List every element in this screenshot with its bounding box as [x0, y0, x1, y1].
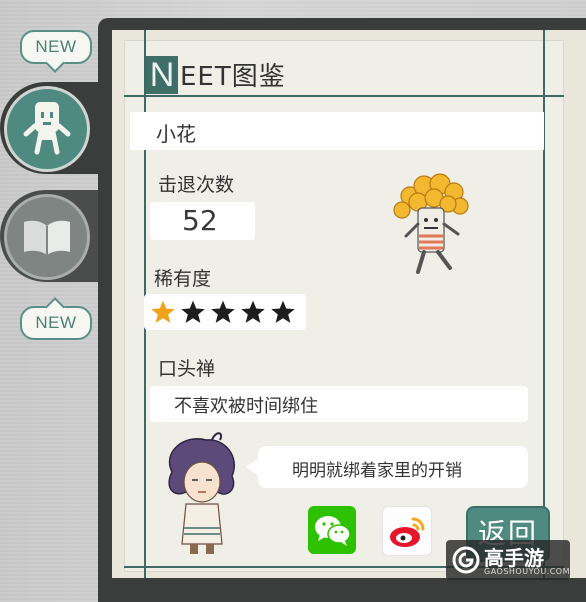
tab-neet-collection[interactable] [0, 82, 98, 174]
kills-label: 击退次数 [158, 174, 235, 196]
book-icon [24, 220, 70, 255]
character-illustration [393, 173, 469, 274]
speech-text: 明明就绑着家里的开销 [292, 461, 462, 481]
girl-illustration [168, 432, 235, 554]
watermark-domain: GAOSHOUYOU.COM [484, 567, 571, 576]
new-badge-top: NEW [20, 30, 92, 64]
rarity-label: 稀有度 [154, 268, 212, 290]
watermark-logo-icon [452, 546, 480, 574]
kills-value: 52 [182, 204, 218, 237]
weibo-icon [390, 517, 425, 547]
rarity-star-icon [241, 300, 265, 323]
neet-figure-icon [23, 102, 71, 155]
character-name: 小花 [156, 122, 196, 146]
wechat-icon [315, 516, 351, 546]
tab-book[interactable] [0, 190, 98, 282]
rarity-stars [144, 294, 306, 330]
rarity-star-icon [211, 300, 235, 323]
watermark: 高手游 GAOSHOUYOU.COM [446, 540, 570, 580]
catchphrase-label: 口头禅 [158, 358, 216, 380]
weibo-share-button[interactable] [382, 506, 432, 556]
new-badge-top-label: NEW [35, 37, 77, 56]
rarity-star-icon [151, 300, 175, 323]
rarity-star-icon [271, 300, 295, 323]
wechat-share-button[interactable] [308, 506, 356, 554]
title-underline [124, 95, 564, 97]
new-badge-bottom: NEW [20, 306, 92, 340]
new-badge-bottom-label: NEW [35, 313, 77, 332]
rarity-star-icon [181, 300, 205, 323]
title-initial: N [146, 56, 178, 94]
page-title: EET图鉴 [180, 62, 286, 92]
catchphrase-text: 不喜欢被时间绑住 [174, 396, 318, 417]
